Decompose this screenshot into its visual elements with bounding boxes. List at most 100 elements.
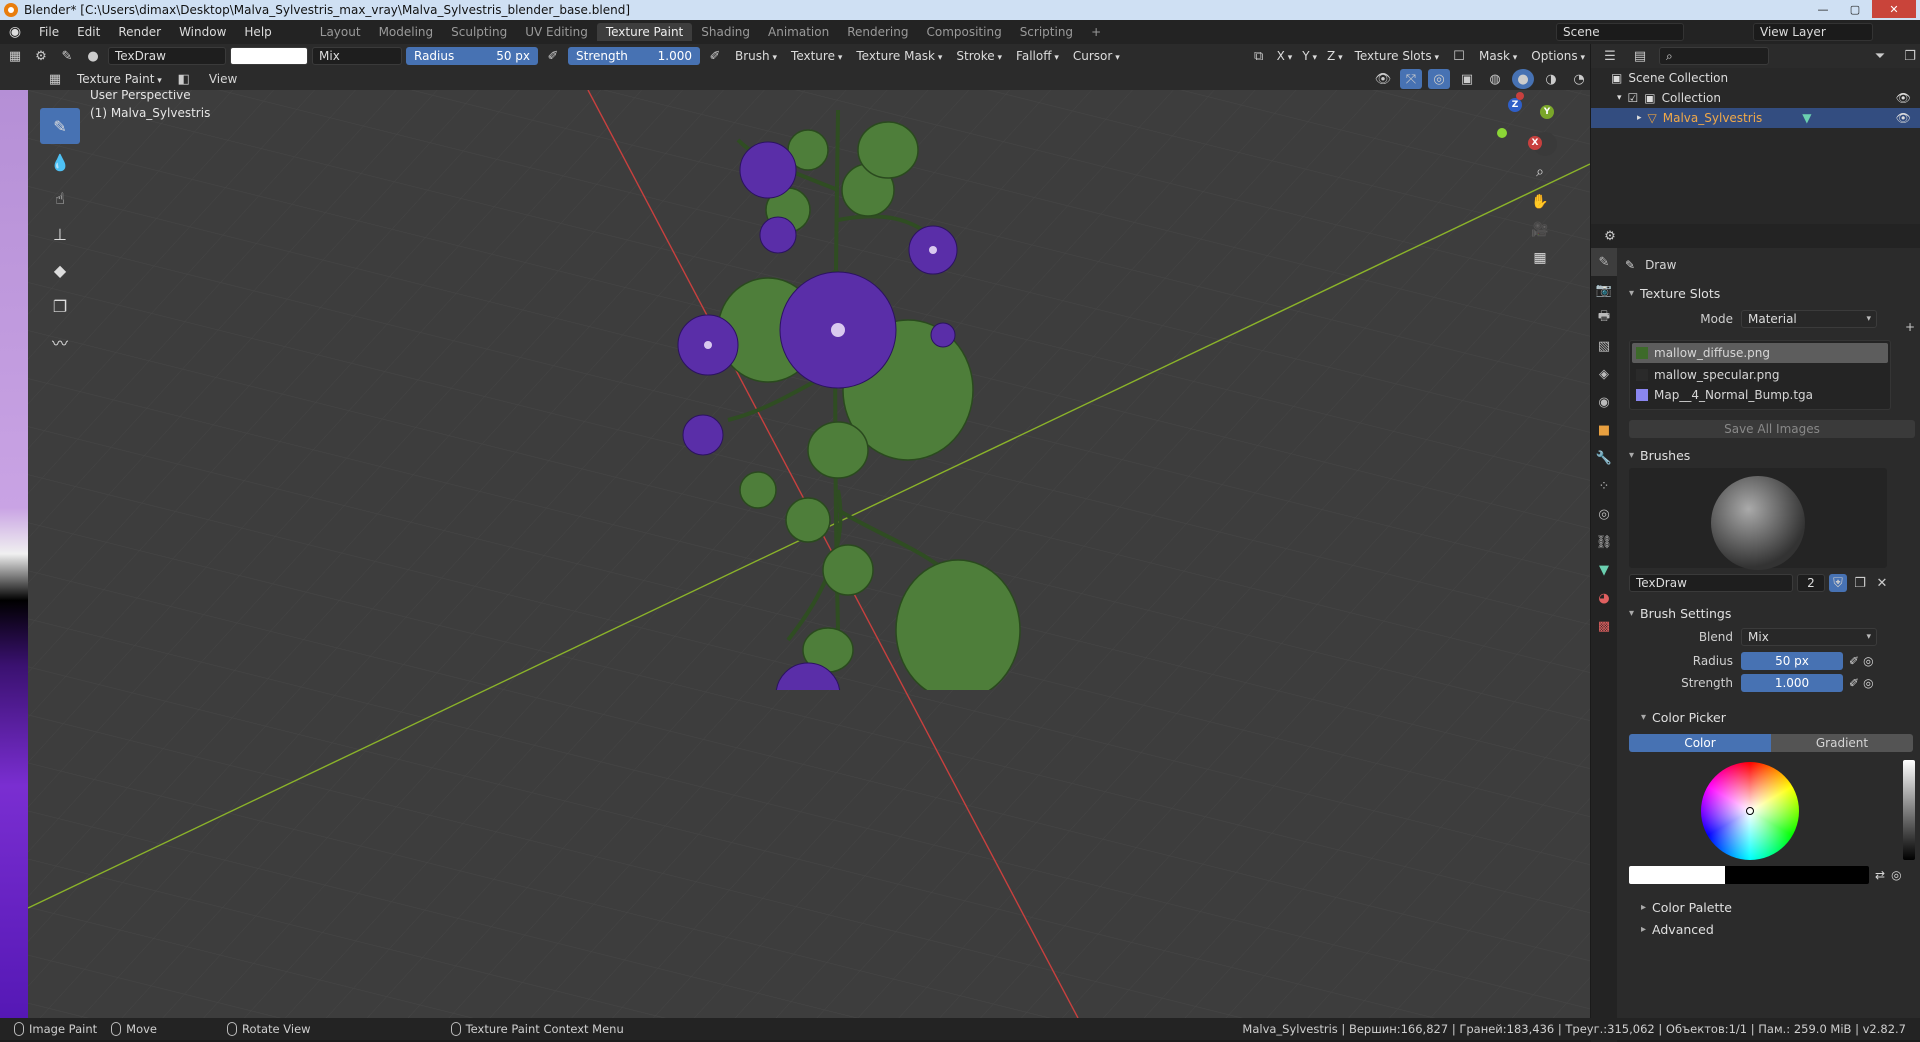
blender-menu-icon[interactable]: ◉ <box>0 24 30 40</box>
display-mode-icon[interactable]: ▤ <box>1629 46 1651 66</box>
strength-pressure-icon[interactable]: ✐ <box>1849 676 1859 690</box>
draw-tool-icon[interactable]: ✎ <box>40 108 80 144</box>
object-row-malva[interactable]: ▸ ▽ Malva_Sylvestris ▼ 👁 <box>1591 108 1920 128</box>
scene-selector[interactable]: Scene <box>1556 23 1684 41</box>
slot-item[interactable]: mallow_diffuse.png <box>1632 343 1888 363</box>
fill-tool-icon[interactable]: ◆ <box>40 252 80 288</box>
fake-user-icon[interactable]: ⛨ <box>1829 574 1847 592</box>
texture-slots-menu[interactable]: Texture Slots <box>1350 47 1444 65</box>
add-slot-icon[interactable]: + <box>1905 320 1915 334</box>
falloff-menu[interactable]: Falloff <box>1011 47 1064 65</box>
expand-arrow-icon[interactable]: ▾ <box>1617 93 1622 103</box>
mask-tool-icon[interactable]: ❐ <box>40 288 80 324</box>
radius-pressure-icon[interactable]: ✐ <box>542 46 564 66</box>
radius-unit-icon[interactable]: ◎ <box>1863 654 1873 668</box>
gizmo-y-axis[interactable]: Y <box>1540 105 1554 119</box>
menu-edit[interactable]: Edit <box>68 20 109 44</box>
view-layer-tab-icon[interactable]: ▧ <box>1591 332 1617 360</box>
menu-help[interactable]: Help <box>235 20 280 44</box>
material-tab-icon[interactable]: ◕ <box>1591 584 1617 612</box>
physics-tab-icon[interactable]: ◎ <box>1591 500 1617 528</box>
rendered-shading-icon[interactable]: ◔ <box>1568 69 1590 89</box>
tab-scripting[interactable]: Scripting <box>1011 23 1082 41</box>
expand-arrow-icon[interactable]: ▸ <box>1637 113 1642 123</box>
tab-shading[interactable]: Shading <box>692 23 759 41</box>
world-tab-icon[interactable]: ◉ <box>1591 388 1617 416</box>
collection-checkbox[interactable]: ☑ <box>1628 91 1639 105</box>
wireframe-shading-icon[interactable]: ◍ <box>1484 69 1506 89</box>
new-collection-icon[interactable]: ❐ <box>1899 46 1920 66</box>
radius-pressure-icon[interactable]: ✐ <box>1849 654 1859 668</box>
brushes-panel-header[interactable]: Brushes <box>1621 444 1917 466</box>
texture-menu[interactable]: Texture <box>786 47 847 65</box>
color-tab[interactable]: Color <box>1629 734 1771 752</box>
blend-dropdown[interactable]: Mix <box>1741 628 1877 646</box>
object-tab-icon[interactable]: ■ <box>1591 416 1617 444</box>
brush-preview[interactable] <box>1629 468 1887 570</box>
texture-tab-icon[interactable]: ▩ <box>1591 612 1617 640</box>
paint-mask-icon[interactable]: ◧ <box>173 69 195 89</box>
tab-layout[interactable]: Layout <box>311 23 370 41</box>
texture-mask-menu[interactable]: Texture Mask <box>851 47 947 65</box>
remove-brush-icon[interactable]: ✕ <box>1873 573 1891 593</box>
eyedropper-icon[interactable]: ◎ <box>1891 868 1901 882</box>
menu-file[interactable]: File <box>30 20 68 44</box>
tab-sculpting[interactable]: Sculpting <box>442 23 516 41</box>
slot-mode-dropdown[interactable]: Material <box>1741 310 1877 328</box>
brush-settings-panel-header[interactable]: Brush Settings <box>1621 602 1917 624</box>
solid-shading-icon[interactable]: ● <box>1512 69 1534 89</box>
gizmo-neg-y-dot[interactable] <box>1497 128 1507 138</box>
particles-tab-icon[interactable]: ⁘ <box>1591 472 1617 500</box>
data-tab-icon[interactable]: ▼ <box>1591 556 1617 584</box>
slot-item[interactable]: mallow_specular.png <box>1632 365 1888 385</box>
radius-slider[interactable]: Radius 50 px <box>406 47 538 65</box>
modifier-tab-icon[interactable]: 🔧 <box>1591 444 1617 472</box>
tab-animation[interactable]: Animation <box>759 23 838 41</box>
color-picker-panel-header[interactable]: Color Picker <box>1621 706 1917 728</box>
add-workspace-icon[interactable]: + <box>1082 23 1110 41</box>
soften-tool-icon[interactable]: 💧 <box>40 144 80 180</box>
close-button[interactable]: ✕ <box>1872 0 1916 18</box>
output-tab-icon[interactable]: 🖶 <box>1591 304 1617 332</box>
gradient-tab[interactable]: Gradient <box>1771 734 1913 752</box>
color-wheel-cursor[interactable] <box>1746 807 1754 815</box>
tab-texture-paint[interactable]: Texture Paint <box>596 23 693 41</box>
xray-icon[interactable]: ▣ <box>1456 69 1478 89</box>
texture-slots-panel-header[interactable]: Texture Slots <box>1621 282 1917 304</box>
mirror-z-toggle[interactable]: Z <box>1324 47 1346 65</box>
gizmo-x-axis[interactable]: X <box>1528 136 1542 150</box>
advanced-panel-header[interactable]: Advanced <box>1621 918 1917 940</box>
menu-render[interactable]: Render <box>109 20 170 44</box>
annotate-tool-icon[interactable]: 〰 <box>40 324 80 360</box>
tab-uv-editing[interactable]: UV Editing <box>516 23 597 41</box>
clone-tool-icon[interactable]: ⊥ <box>40 216 80 252</box>
blend-dropdown[interactable]: Mix <box>312 47 402 65</box>
mode-select-icon[interactable]: ⚙ <box>30 46 52 66</box>
view-layer-selector[interactable]: View Layer <box>1753 23 1873 41</box>
swap-colors-icon[interactable]: ⇄ <box>1875 868 1885 882</box>
stroke-menu[interactable]: Stroke <box>951 47 1007 65</box>
strength-slider[interactable]: Strength 1.000 <box>568 47 700 65</box>
gizmo-neg-x-dot[interactable] <box>1516 92 1524 100</box>
brush-name-field[interactable]: TexDraw <box>108 47 226 65</box>
color-palette-panel-header[interactable]: Color Palette <box>1621 896 1917 918</box>
mask-menu[interactable]: Mask <box>1474 47 1522 65</box>
strength-pressure-icon[interactable]: ✐ <box>704 46 726 66</box>
filter-icon[interactable]: ⏷ <box>1869 46 1891 66</box>
duplicate-brush-icon[interactable]: ❐ <box>1851 573 1869 593</box>
maximize-button[interactable]: ▢ <box>1840 0 1870 18</box>
value-slider[interactable] <box>1903 760 1915 860</box>
minimize-button[interactable]: — <box>1808 0 1838 18</box>
view-menu[interactable]: View <box>201 72 245 86</box>
pan-hand-icon[interactable]: ✋ <box>1528 190 1552 214</box>
visibility-icon[interactable]: 👁 <box>1372 69 1394 89</box>
fake-user-icon[interactable]: ● <box>82 46 104 66</box>
ortho-grid-icon[interactable]: ▦ <box>1528 246 1552 270</box>
collection-row[interactable]: ▾ ☑ ▣ Collection 👁 <box>1591 88 1920 108</box>
mask-checkbox[interactable]: ☐ <box>1448 46 1470 66</box>
gizmo-toggle-icon[interactable]: ⤧ <box>1400 69 1422 89</box>
save-all-images-button[interactable]: Save All Images <box>1629 420 1915 438</box>
gizmo-z-axis[interactable]: Z <box>1508 98 1522 112</box>
object-visibility-icon[interactable]: 👁 <box>1896 111 1911 125</box>
strength-slider[interactable]: 1.000 <box>1741 674 1843 692</box>
